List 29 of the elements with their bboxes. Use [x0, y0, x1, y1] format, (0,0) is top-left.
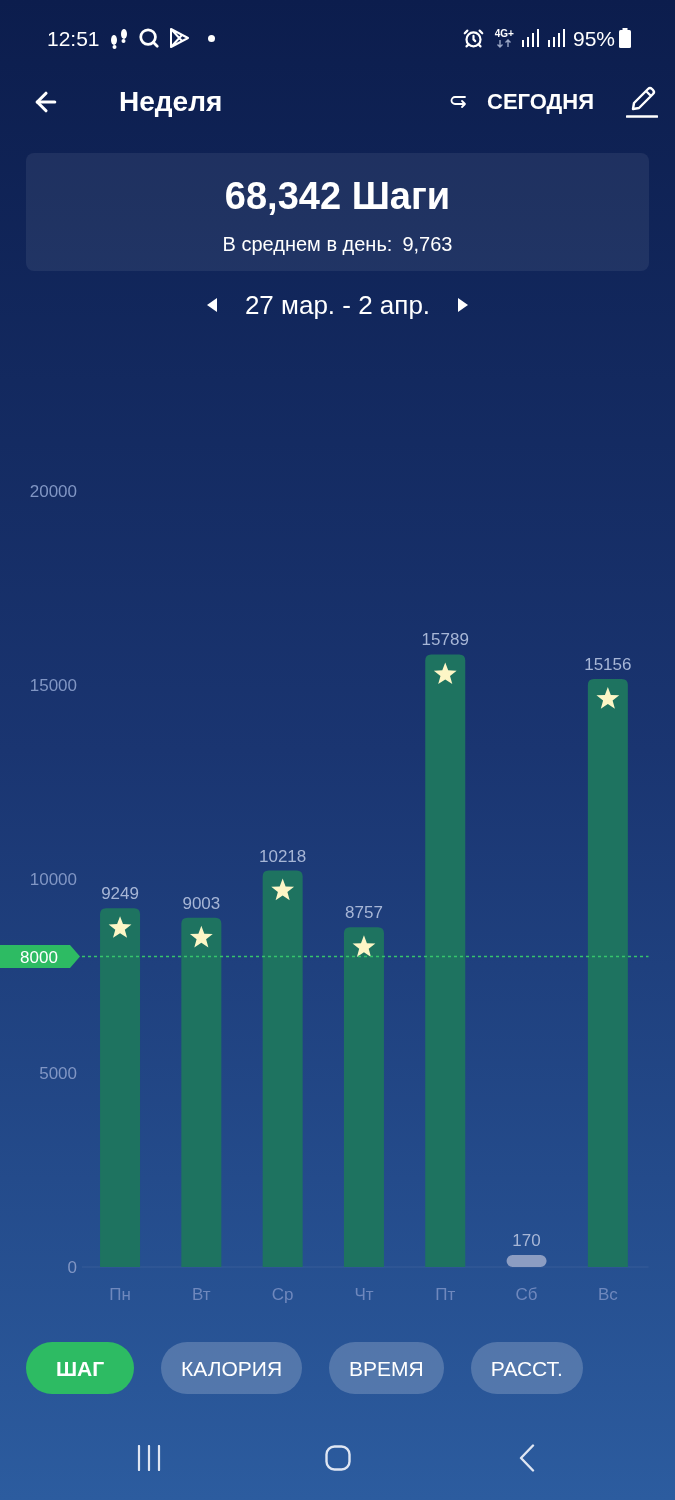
day-label: Вс	[597, 1285, 618, 1304]
value-label: 8757	[345, 903, 383, 923]
day-label: Сб	[515, 1285, 538, 1304]
average-value: 9,763	[402, 232, 453, 256]
day-label: Пт	[435, 1285, 456, 1304]
axis-label: 0	[67, 1258, 77, 1277]
average-label: В среднем в день:	[222, 232, 393, 256]
value-label: 15789	[421, 630, 469, 650]
day-label: Вт	[192, 1285, 211, 1304]
page-title: Неделя	[119, 88, 223, 116]
date-range: 27 мар. - 2 апр.	[244, 292, 431, 318]
axis-label: 5000	[39, 1064, 77, 1083]
battery-percent: 95%	[572, 27, 615, 49]
ref-line-label: 8000	[20, 947, 58, 967]
day-label: Ср	[271, 1285, 294, 1304]
network-type: 4G+	[494, 28, 514, 39]
day-label: Чт	[354, 1285, 374, 1304]
axis-label: 15000	[29, 676, 77, 695]
value-label: 10218	[259, 846, 307, 866]
value-label: 9003	[182, 893, 221, 913]
axis-label: 20000	[29, 482, 77, 501]
day-label: Пн	[109, 1285, 131, 1304]
axis-label: 10000	[29, 870, 77, 889]
value-label: 170	[512, 1231, 541, 1250]
value-label: 15156	[584, 654, 632, 674]
status-time: 12:51	[47, 27, 100, 49]
value-label: 9249	[101, 884, 139, 904]
goal-marker: 8000	[0, 945, 80, 969]
total-steps: 68,342 Шаги	[224, 174, 451, 218]
